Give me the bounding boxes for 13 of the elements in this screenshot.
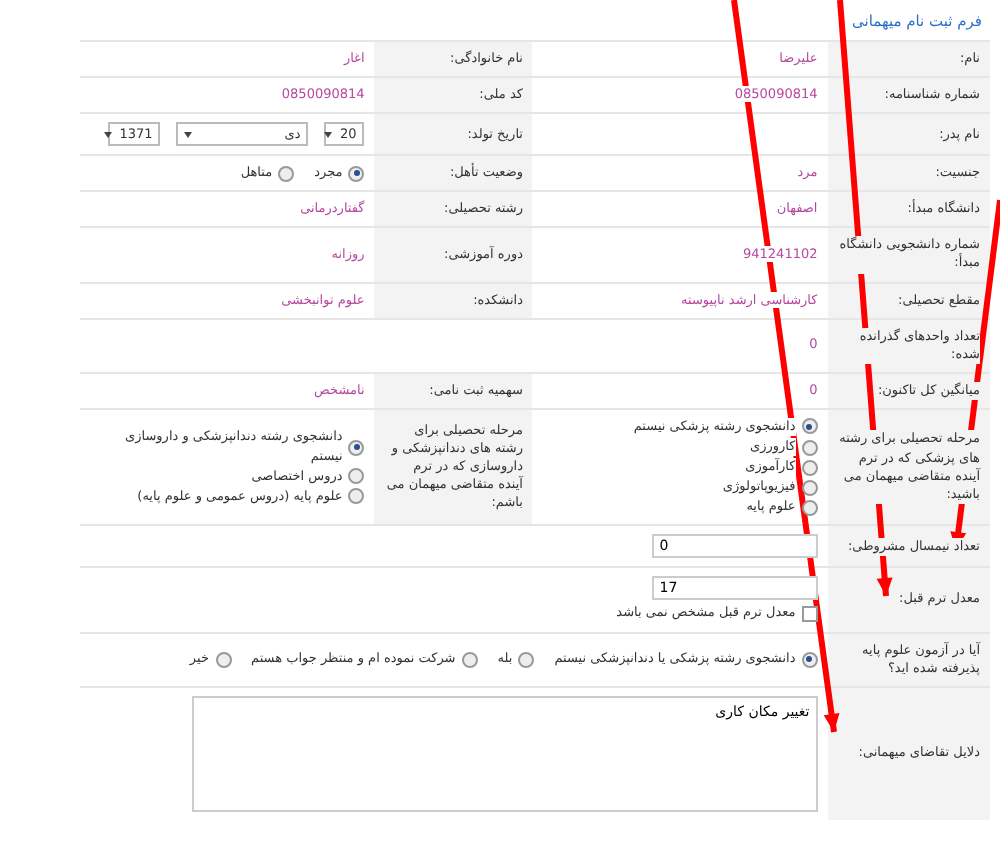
radio-button[interactable] bbox=[348, 488, 365, 505]
radio-button[interactable] bbox=[801, 651, 818, 668]
radio-button[interactable] bbox=[801, 459, 818, 476]
radio-button[interactable] bbox=[518, 651, 535, 668]
radio-button[interactable] bbox=[801, 439, 818, 456]
radio-button[interactable] bbox=[801, 418, 818, 435]
radio-button[interactable] bbox=[215, 651, 231, 668]
radio-button[interactable] bbox=[348, 165, 365, 182]
radio-button[interactable] bbox=[348, 468, 365, 485]
checkbox[interactable] bbox=[801, 605, 818, 622]
radio-button[interactable] bbox=[348, 439, 365, 456]
radio-button[interactable] bbox=[278, 165, 295, 182]
radio-button[interactable] bbox=[461, 651, 478, 668]
